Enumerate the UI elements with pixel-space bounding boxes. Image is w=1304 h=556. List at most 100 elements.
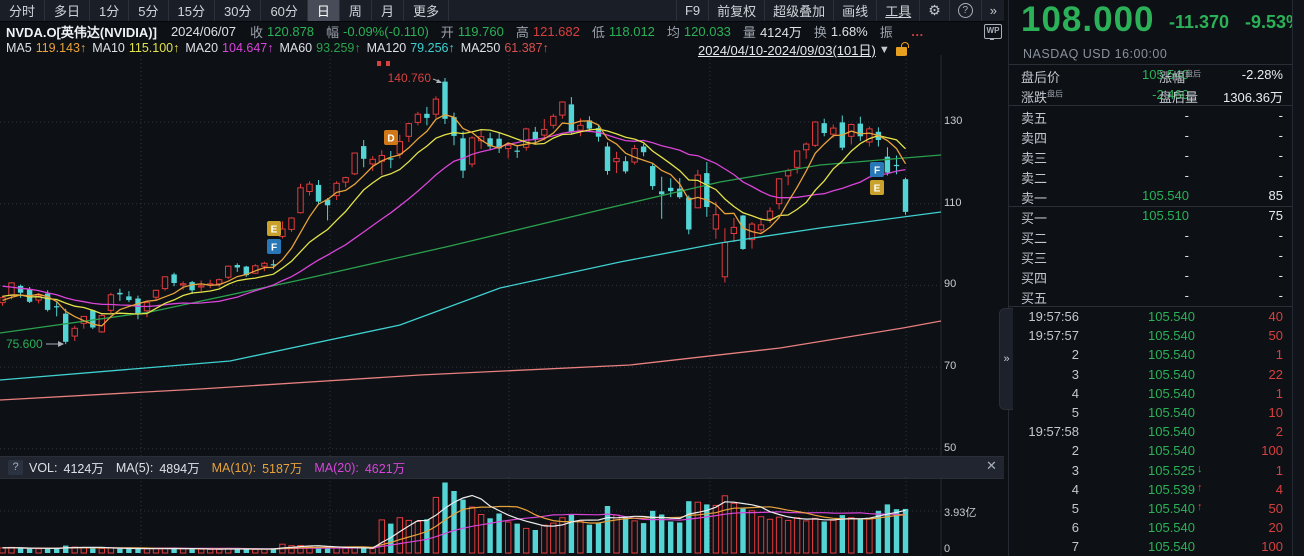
book-level-label: 买三 bbox=[1021, 248, 1047, 267]
amp-label: 幅 bbox=[326, 22, 339, 41]
tab-60分[interactable]: 60分 bbox=[261, 0, 307, 21]
tick-qty: 4 bbox=[1209, 482, 1283, 497]
toolbar-button-画线[interactable]: 画线 bbox=[833, 0, 876, 21]
book-level-label: 卖三 bbox=[1021, 148, 1047, 167]
book-row-卖四: 卖四-- bbox=[1009, 126, 1293, 146]
toolbar-button-工具[interactable]: 工具 bbox=[876, 0, 919, 21]
help-icon[interactable]: ? bbox=[949, 0, 981, 21]
tab-30分[interactable]: 30分 bbox=[215, 0, 261, 21]
toolbar-button-前复权[interactable]: 前复权 bbox=[708, 0, 764, 21]
tab-月[interactable]: 月 bbox=[372, 0, 404, 21]
amp-value: -0.09%(-0.110) bbox=[343, 24, 429, 39]
ma-value-MA10: 115.100↑ bbox=[129, 41, 180, 55]
volume-chart[interactable] bbox=[0, 477, 1004, 556]
volume-header: ? VOL: 4124万 MA(5): 4894万 MA(10): 5187万 … bbox=[0, 456, 1004, 479]
vol-ma20-value: 4621万 bbox=[365, 458, 405, 477]
toolbar-spacer bbox=[449, 0, 676, 21]
book-row-买五: 买五-- bbox=[1009, 286, 1293, 306]
tick-price: 105.540 bbox=[1117, 386, 1195, 401]
book-qty: - bbox=[1209, 288, 1283, 303]
tick-row: 5105.54010 bbox=[1009, 403, 1293, 423]
book-price: - bbox=[1104, 288, 1189, 303]
gear-icon[interactable]: ⚙ bbox=[919, 0, 949, 21]
tick-price: 105.540 bbox=[1117, 424, 1195, 439]
tab-15分[interactable]: 15分 bbox=[169, 0, 215, 21]
avg-label: 均 bbox=[667, 22, 680, 41]
svg-text:F: F bbox=[874, 166, 880, 177]
tick-qty: 50 bbox=[1209, 328, 1283, 343]
symbol-name: NVDA.O[英伟达(NVIDIA)] bbox=[6, 22, 157, 41]
tick-price: 105.540 bbox=[1117, 367, 1195, 382]
price-axis-label: 70 bbox=[944, 360, 956, 372]
ma-label-MA5: MA5 bbox=[6, 41, 32, 55]
tab-分时[interactable]: 分时 bbox=[0, 0, 45, 21]
book-qty: - bbox=[1209, 268, 1283, 283]
session-date: 2024/06/07 bbox=[171, 24, 236, 39]
tick-time: 6 bbox=[1017, 520, 1079, 535]
tick-row: 19:57:56105.54040 bbox=[1009, 307, 1293, 327]
tick-price: 105.540 bbox=[1117, 520, 1195, 535]
more-ellipsis[interactable]: … bbox=[911, 24, 924, 39]
book-price: - bbox=[1104, 148, 1189, 163]
adjacent-panel-edge bbox=[1292, 0, 1304, 556]
tick-time: 19:57:57 bbox=[1017, 328, 1079, 343]
toolbar-button-超级叠加[interactable]: 超级叠加 bbox=[764, 0, 833, 21]
svg-text:F: F bbox=[271, 243, 277, 254]
period-toolbar: 分时多日1分5分15分30分60分日周月更多 F9前复权超级叠加画线工具⚙?» bbox=[0, 0, 1004, 22]
candlestick-chart[interactable]: 140.76075.600EFDFE bbox=[0, 55, 1004, 456]
book-row-卖五: 卖五-- bbox=[1009, 106, 1293, 126]
tick-row: 19:57:58105.5402 bbox=[1009, 422, 1293, 442]
svg-text:75.600: 75.600 bbox=[6, 337, 43, 351]
swing-label: 振 bbox=[880, 22, 893, 41]
toolbar-button-F9[interactable]: F9 bbox=[676, 0, 708, 21]
tick-row: 2105.540100 bbox=[1009, 441, 1293, 461]
book-row-买一: 买一105.51075 bbox=[1009, 206, 1293, 226]
tab-日[interactable]: 日 bbox=[308, 0, 340, 21]
tick-row: 4105.539↑4 bbox=[1009, 480, 1293, 500]
book-price: - bbox=[1104, 168, 1189, 183]
svg-text:140.760: 140.760 bbox=[388, 71, 432, 85]
arrow-up-icon: ↑ bbox=[1197, 501, 1203, 513]
vol-ma10-value: 5187万 bbox=[262, 458, 302, 477]
open-value: 119.760 bbox=[458, 24, 504, 39]
tab-更多[interactable]: 更多 bbox=[404, 0, 449, 21]
book-price: 105.540 bbox=[1104, 188, 1189, 203]
tick-price: 105.540 bbox=[1117, 443, 1195, 458]
turnover-value: 1.68% bbox=[831, 24, 868, 39]
ma-label-MA60: MA60 bbox=[279, 41, 312, 55]
price-change: -11.370 bbox=[1169, 12, 1229, 33]
book-level-label: 买四 bbox=[1021, 268, 1047, 287]
close-icon[interactable]: ✕ bbox=[986, 458, 997, 474]
book-price: - bbox=[1104, 228, 1189, 243]
more-chevron-icon[interactable]: » bbox=[981, 0, 1004, 21]
last-price: 108.000 bbox=[1021, 0, 1155, 40]
tick-time: 5 bbox=[1017, 501, 1079, 516]
tick-row: 3105.525↓1 bbox=[1009, 461, 1293, 481]
tab-多日[interactable]: 多日 bbox=[45, 0, 90, 21]
wp-monitor-icon[interactable]: WP bbox=[984, 24, 1002, 39]
ma-value-MA20: 104.647↑ bbox=[222, 41, 273, 55]
quote-panel: 108.000 -11.370 -9.53% NASDAQ USD 16:00:… bbox=[1008, 0, 1293, 556]
tab-周[interactable]: 周 bbox=[340, 0, 372, 21]
svg-text:E: E bbox=[874, 184, 881, 195]
volume-value: 4124万 bbox=[760, 22, 802, 41]
tick-qty: 20 bbox=[1209, 520, 1283, 535]
tick-qty: 10 bbox=[1209, 405, 1283, 420]
book-price: - bbox=[1104, 248, 1189, 263]
tab-1分[interactable]: 1分 bbox=[90, 0, 129, 21]
book-price: - bbox=[1104, 128, 1189, 143]
tick-row: 5105.540↑50 bbox=[1009, 499, 1293, 519]
book-row-卖一: 卖一105.54085 bbox=[1009, 186, 1293, 206]
chevron-down-icon[interactable]: ▼ bbox=[879, 44, 890, 56]
book-row-买二: 买二-- bbox=[1009, 226, 1293, 246]
volume-axis-zero: 0 bbox=[944, 543, 950, 555]
ah-label2: 涨幅盘后 bbox=[1159, 67, 1201, 86]
book-level-label: 卖二 bbox=[1021, 168, 1047, 187]
book-row-卖二: 卖二-- bbox=[1009, 166, 1293, 186]
help-icon[interactable]: ? bbox=[8, 460, 23, 475]
tab-5分[interactable]: 5分 bbox=[129, 0, 168, 21]
book-qty: - bbox=[1209, 148, 1283, 163]
collapse-panel-handle[interactable]: » bbox=[999, 308, 1013, 410]
vol-ma5-value: 4894万 bbox=[159, 458, 199, 477]
tick-qty: 100 bbox=[1209, 443, 1283, 458]
